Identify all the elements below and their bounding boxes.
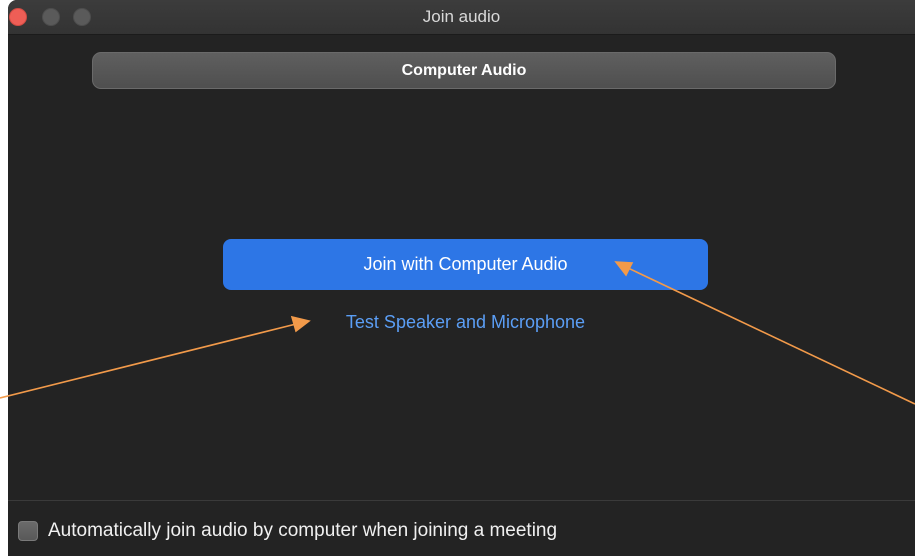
auto-join-checkbox-label[interactable]: Automatically join audio by computer whe… (48, 518, 557, 544)
join-with-computer-audio-button[interactable]: Join with Computer Audio (223, 239, 708, 290)
tab-computer-audio[interactable]: Computer Audio (92, 52, 836, 89)
title-bar: Join audio (8, 0, 915, 35)
footer-divider (8, 500, 915, 501)
join-audio-window: Join audio Computer Audio Join with Comp… (8, 0, 915, 556)
auto-join-checkbox[interactable] (18, 521, 38, 541)
window-title: Join audio (422, 7, 501, 26)
test-speaker-and-microphone-link[interactable]: Test Speaker and Microphone (223, 310, 708, 334)
